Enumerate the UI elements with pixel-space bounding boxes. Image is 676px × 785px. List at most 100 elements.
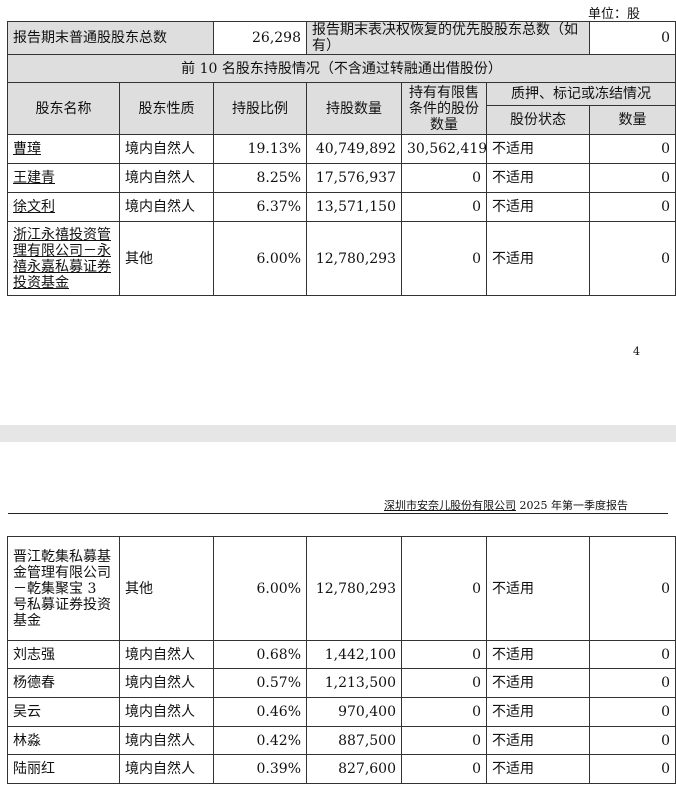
page-gap: [0, 425, 676, 442]
header-ratio: 持股比例: [213, 82, 307, 135]
header-pledge-count: 数量: [589, 105, 676, 135]
holder-nature: 境内自然人: [119, 163, 214, 193]
report-title: 2025 年第一季度报告: [516, 499, 628, 512]
pledge-count: 0: [589, 726, 676, 755]
pledge-status: 不适用: [486, 754, 590, 784]
holder-name: 浙江永禧投资管理有限公司－永禧永嘉私募证券投资基金: [7, 221, 120, 296]
pledge-status: 不适用: [486, 640, 590, 669]
section-title: 前 10 名股东持股情况（不含通过转融通出借股份）: [6, 54, 676, 83]
pledge-count: 0: [589, 754, 676, 784]
holder-ratio: 19.13%: [213, 134, 307, 164]
holder-nature: 境内自然人: [119, 668, 214, 698]
document-header: 深圳市安奈儿股份有限公司 2025 年第一季度报告: [384, 497, 628, 513]
holder-name: 吴云: [7, 697, 120, 727]
holder-restricted: 0: [401, 192, 487, 222]
company-name: 深圳市安奈儿股份有限公司: [384, 499, 516, 512]
header-divider: [8, 513, 668, 514]
holder-ratio: 6.00%: [213, 221, 307, 296]
section-title-row: 前 10 名股东持股情况（不含通过转融通出借股份）: [6, 54, 676, 83]
table-row: 杨德春 境内自然人 0.57% 1,213,500 0 不适用 0: [7, 668, 676, 698]
pledge-count: 0: [589, 697, 676, 727]
table-row: 林淼 境内自然人 0.42% 887,500 0 不适用 0: [7, 726, 676, 755]
pledge-count: 0: [589, 221, 676, 296]
holder-nature: 境内自然人: [119, 697, 214, 727]
preferred-holders-value: 0: [589, 21, 676, 55]
holder-nature: 境内自然人: [119, 134, 214, 164]
holder-count: 1,213,500: [306, 668, 402, 698]
common-holders-value: 26,298: [213, 21, 307, 55]
pledge-count: 0: [589, 668, 676, 698]
pledge-status: 不适用: [485, 134, 591, 164]
holder-ratio: 6.00%: [213, 536, 307, 641]
holder-restricted: 0: [401, 754, 487, 784]
holder-nature: 其他: [119, 221, 214, 296]
table-row: 浙江永禧投资管理有限公司－永禧永嘉私募证券投资基金 其他 6.00% 12,78…: [7, 221, 676, 296]
holder-name: 陆丽红: [7, 754, 120, 784]
holder-ratio: 0.57%: [213, 668, 307, 698]
page-number: 4: [633, 345, 640, 358]
table-row: 徐文利 境内自然人 6.37% 13,571,150 0 不适用 0: [7, 192, 676, 222]
pledge-count: 0: [589, 536, 676, 641]
holder-count: 827,600: [306, 754, 402, 784]
pledge-status: 不适用: [486, 726, 590, 755]
report-page-5: 深圳市安奈儿股份有限公司 2025 年第一季度报告 晋江乾集私募基金管理有限公司…: [0, 442, 676, 785]
holder-restricted: 0: [401, 697, 487, 727]
pledge-status: 不适用: [486, 697, 590, 727]
header-pledge-status: 股份状态: [485, 105, 591, 135]
shareholders-table-part1: 报告期末普通股股东总数 26,298 报告期末表决权恢复的优先股股东总数（如有）…: [6, 21, 676, 296]
holder-restricted: 0: [401, 163, 487, 193]
holder-count: 13,571,150: [306, 192, 402, 222]
pledge-status: 不适用: [485, 192, 591, 222]
holder-restricted: 0: [401, 221, 487, 296]
holder-restricted: 30,562,419: [401, 134, 487, 164]
holder-count: 970,400: [306, 697, 402, 727]
holder-restricted: 0: [401, 726, 487, 755]
holder-name: 刘志强: [7, 640, 120, 669]
header-name: 股东名称: [7, 82, 120, 135]
pledge-status: 不适用: [486, 668, 590, 698]
holder-restricted: 0: [401, 536, 487, 641]
holder-count: 887,500: [306, 726, 402, 755]
table-row: 王建青 境内自然人 8.25% 17,576,937 0 不适用 0: [7, 163, 676, 193]
holder-nature: 境内自然人: [119, 726, 214, 755]
preferred-holders-label: 报告期末表决权恢复的优先股股东总数（如有）: [305, 21, 591, 55]
holder-ratio: 6.37%: [213, 192, 307, 222]
holder-ratio: 8.25%: [213, 163, 307, 193]
header-count: 持股数量: [306, 82, 402, 135]
summary-row: 报告期末普通股股东总数 26,298 报告期末表决权恢复的优先股股东总数（如有）…: [7, 21, 676, 55]
pledge-status: 不适用: [486, 536, 590, 641]
pledge-count: 0: [589, 163, 676, 193]
table-row: 曹璋 境内自然人 19.13% 40,749,892 30,562,419 不适…: [7, 134, 676, 164]
common-holders-label: 报告期末普通股股东总数: [7, 21, 214, 55]
pledge-count: 0: [589, 134, 676, 164]
holder-name: 晋江乾集私募基金管理有限公司－乾集聚宝 3 号私募证券投资基金: [7, 536, 120, 641]
holder-ratio: 0.39%: [213, 754, 307, 784]
holder-restricted: 0: [401, 640, 487, 669]
holder-ratio: 0.42%: [213, 726, 307, 755]
header-restricted: 持有有限售条件的股份数量: [401, 82, 487, 135]
pledge-status: 不适用: [485, 163, 591, 193]
pledge-count: 0: [589, 640, 676, 669]
header-row: 股东名称 股东性质 持股比例 持股数量 持有有限售条件的股份数量 质押、标记或冻…: [7, 82, 676, 135]
unit-label: 单位：股: [587, 7, 640, 22]
holder-ratio: 0.68%: [213, 640, 307, 669]
table-row: 陆丽红 境内自然人 0.39% 827,600 0 不适用 0: [7, 754, 676, 784]
holder-ratio: 0.46%: [213, 697, 307, 727]
holder-nature: 境内自然人: [119, 192, 214, 222]
holder-restricted: 0: [401, 668, 487, 698]
holder-count: 17,576,937: [306, 163, 402, 193]
table-row: 晋江乾集私募基金管理有限公司－乾集聚宝 3 号私募证券投资基金 其他 6.00%…: [7, 536, 676, 641]
holder-nature: 境内自然人: [119, 640, 214, 669]
holder-name: 曹璋: [7, 134, 120, 164]
pledge-status: 不适用: [485, 221, 591, 296]
pledge-count: 0: [589, 192, 676, 222]
holder-name: 王建青: [7, 163, 120, 193]
report-page-4: 单位：股 报告期末普通股股东总数 26,298 报告期末表决权恢复的优先股股东总…: [0, 0, 676, 425]
header-nature: 股东性质: [119, 82, 214, 135]
holder-count: 12,780,293: [306, 536, 402, 641]
holder-name: 杨德春: [7, 668, 120, 698]
holder-nature: 其他: [119, 536, 214, 641]
holder-name: 徐文利: [7, 192, 120, 222]
header-pledge-group: 质押、标记或冻结情况: [485, 82, 676, 106]
holder-count: 40,749,892: [306, 134, 402, 164]
